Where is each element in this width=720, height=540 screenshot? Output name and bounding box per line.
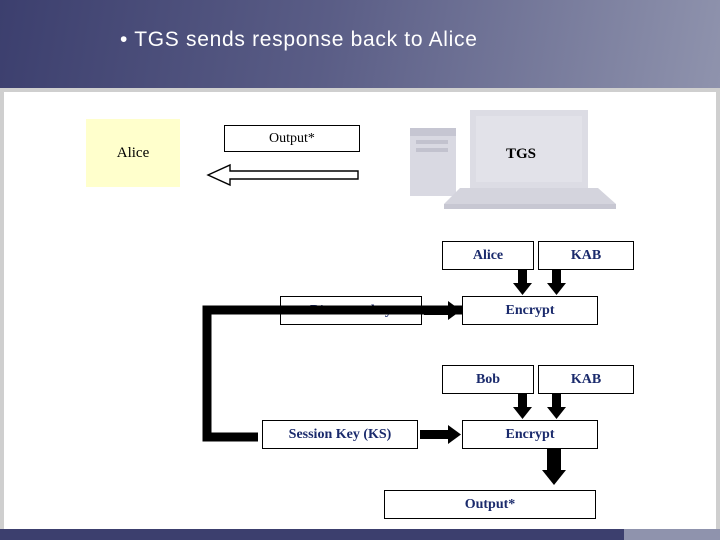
bob-input-box: Bob [442,365,534,394]
slide-footer-accent [624,529,720,540]
kab-input-box-1: KAB [538,241,634,270]
encrypt-box-1: Encrypt [462,296,598,325]
kab-input-box-2: KAB [538,365,634,394]
left-arrow-icon [206,163,359,187]
session-key-box: Session Key (KS) [262,420,418,449]
b-secret-key-box: B’s secret key [280,296,422,325]
tgs-label: TGS [506,146,537,162]
alice-actor-node: Alice [86,119,180,187]
page-title: • TGS sends response back to Alice [120,28,478,51]
output-bottom-box: Output* [384,490,596,519]
slide: • TGS sends response back to Alice Alice… [0,0,720,540]
output-top-label: Output* [224,125,360,152]
encrypt-box-2: Encrypt [462,420,598,449]
alice-input-box: Alice [442,241,534,270]
slide-footer-strip [0,529,720,540]
